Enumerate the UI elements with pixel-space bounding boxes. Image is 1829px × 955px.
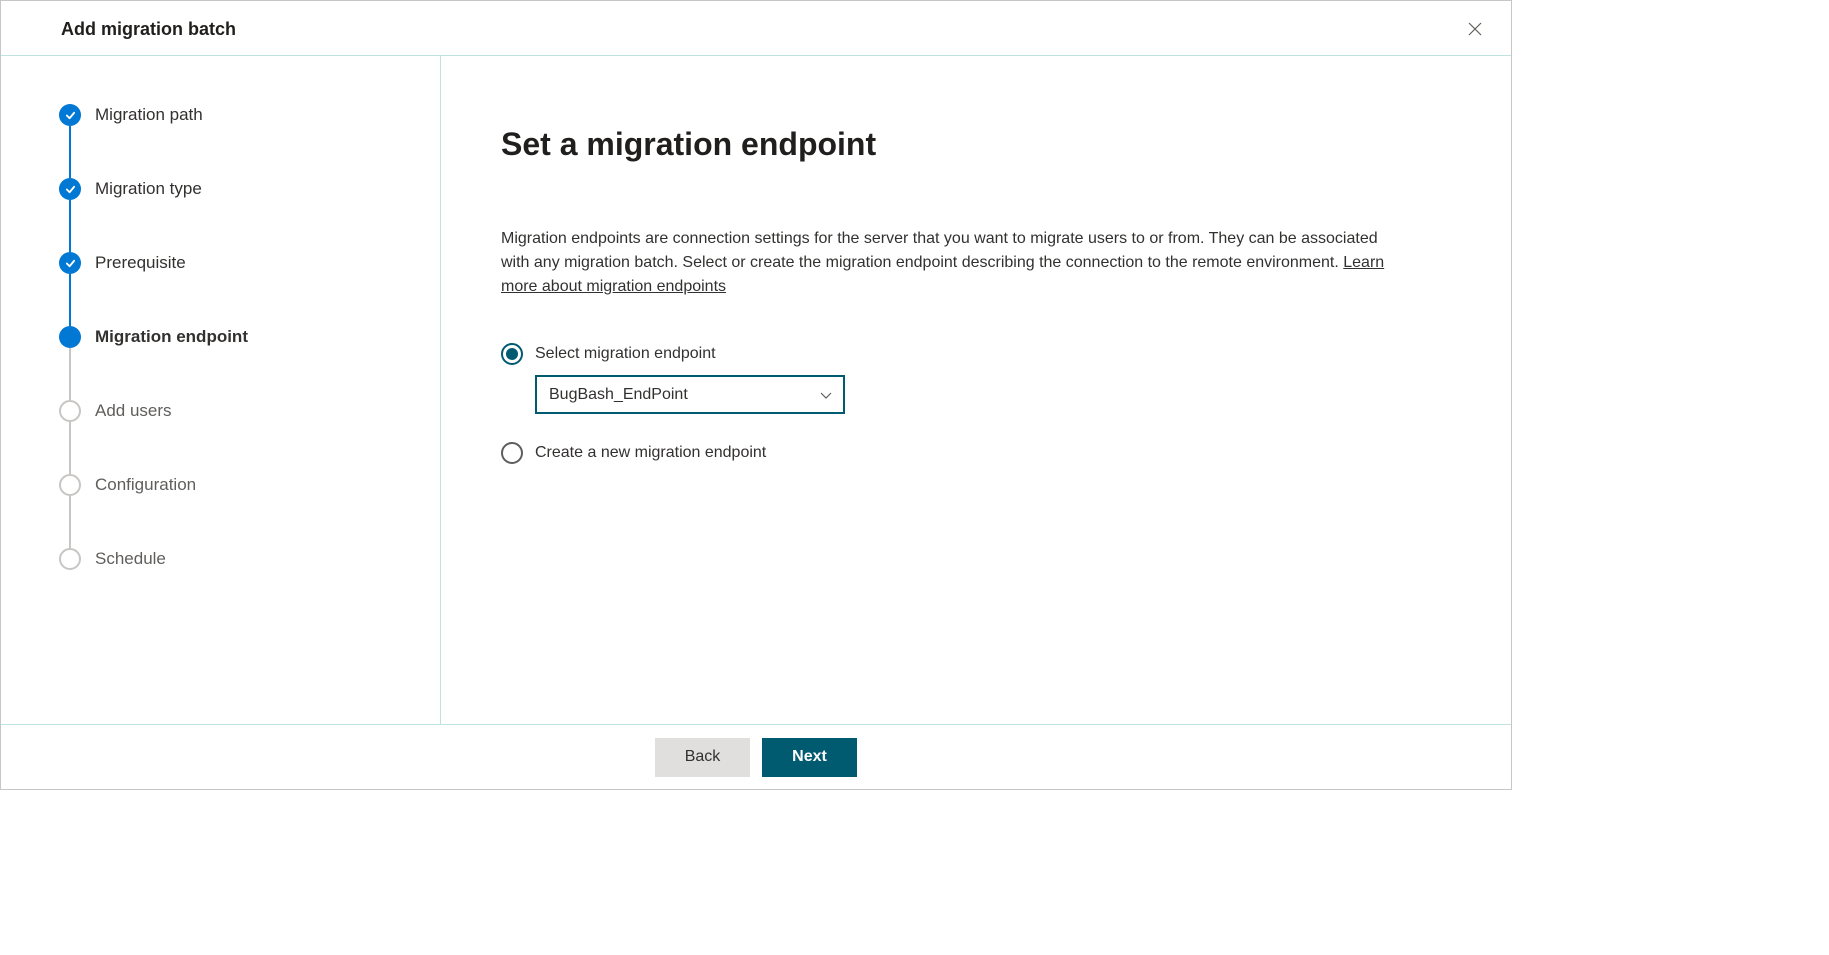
content-description: Migration endpoints are connection setti… [501,227,1401,299]
step-label: Schedule [95,548,166,570]
wizard-steps-sidebar: Migration path Migration type Prerequisi… [1,56,441,724]
description-text: Migration endpoints are connection setti… [501,230,1378,271]
current-step-icon [59,326,81,348]
panel-body: Migration path Migration type Prerequisi… [1,56,1511,725]
content-title: Set a migration endpoint [501,126,1441,163]
endpoint-select[interactable]: BugBash_EndPoint [535,375,845,414]
step-label: Migration path [95,104,203,126]
step-prerequisite[interactable]: Prerequisite [59,252,440,326]
back-button[interactable]: Back [655,738,750,777]
panel-title: Add migration batch [61,19,236,40]
wizard-panel: Add migration batch Migration path [0,0,1512,790]
wizard-steps-list: Migration path Migration type Prerequisi… [59,104,440,570]
panel-header: Add migration batch [1,1,1511,56]
step-migration-endpoint[interactable]: Migration endpoint [59,326,440,400]
radio-selected-icon[interactable] [501,343,523,365]
step-label: Migration type [95,178,202,200]
endpoint-options-group: Select migration endpoint BugBash_EndPoi… [501,343,1441,464]
chevron-down-icon [819,388,833,402]
step-label: Add users [95,400,172,422]
step-label: Configuration [95,474,196,496]
radio-row-select-existing[interactable]: Select migration endpoint [501,343,1441,365]
wizard-content: Set a migration endpoint Migration endpo… [441,56,1511,724]
option-label: Create a new migration endpoint [535,442,766,464]
endpoint-select-wrap: BugBash_EndPoint [535,375,1441,414]
select-value: BugBash_EndPoint [549,386,688,404]
step-label: Prerequisite [95,252,186,274]
step-schedule[interactable]: Schedule [59,548,440,570]
step-label: Migration endpoint [95,326,248,348]
close-icon [1467,21,1483,37]
step-add-users[interactable]: Add users [59,400,440,474]
option-label: Select migration endpoint [535,343,716,365]
upcoming-step-icon [59,474,81,496]
option-create-new[interactable]: Create a new migration endpoint [501,442,1441,464]
option-select-existing: Select migration endpoint BugBash_EndPoi… [501,343,1441,414]
step-migration-path[interactable]: Migration path [59,104,440,178]
checkmark-icon [59,178,81,200]
upcoming-step-icon [59,400,81,422]
next-button[interactable]: Next [762,738,857,777]
close-button[interactable] [1463,17,1487,41]
checkmark-icon [59,252,81,274]
step-migration-type[interactable]: Migration type [59,178,440,252]
radio-unselected-icon[interactable] [501,442,523,464]
wizard-footer: Back Next [1,725,1511,789]
upcoming-step-icon [59,548,81,570]
step-configuration[interactable]: Configuration [59,474,440,548]
checkmark-icon [59,104,81,126]
